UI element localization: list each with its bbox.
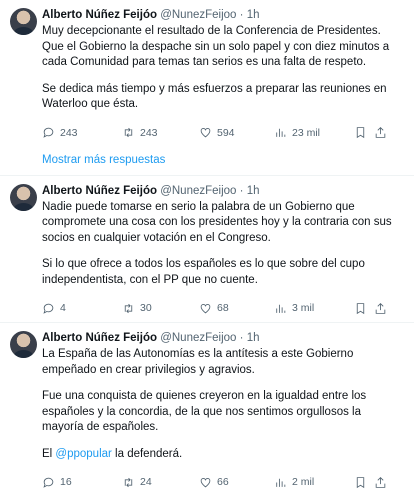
- reply-count: 16: [60, 476, 72, 488]
- avatar[interactable]: [10, 183, 37, 211]
- share-button[interactable]: [374, 126, 392, 139]
- tweet-paragraph: Se dedica más tiempo y más esfuerzos a p…: [42, 82, 387, 111]
- tweet-paragraph: Nadie puede tomarse en serio la palabra …: [42, 200, 392, 244]
- views-icon: [276, 478, 286, 487]
- reply-button[interactable]: 4: [42, 302, 122, 315]
- show-more-replies-link[interactable]: Mostrar más respuestas: [0, 147, 414, 176]
- timestamp[interactable]: 1h: [247, 9, 260, 21]
- share-icon: [375, 302, 386, 314]
- bookmark-icon: [356, 476, 365, 488]
- reply-button[interactable]: 243: [42, 126, 122, 139]
- feed: Alberto Núñez Feijóo @NunezFeijoo · 1h M…: [0, 0, 414, 496]
- like-button[interactable]: 66: [199, 476, 274, 489]
- retweet-icon: [124, 303, 133, 313]
- author-handle[interactable]: @NunezFeijoo: [160, 9, 236, 21]
- views-count: 2 mil: [292, 476, 315, 488]
- reply-count: 4: [60, 302, 66, 314]
- views-button[interactable]: 2 mil: [274, 476, 354, 489]
- like-icon: [200, 128, 211, 138]
- tweet-header: Alberto Núñez Feijóo @NunezFeijoo · 1h: [42, 184, 402, 198]
- views-icon: [276, 304, 286, 313]
- tweet-paragraph: Fue una conquista de quienes creyeron en…: [42, 390, 367, 433]
- author-handle[interactable]: @NunezFeijoo: [160, 332, 236, 344]
- reply-button[interactable]: 16: [42, 476, 122, 489]
- author-handle[interactable]: @NunezFeijoo: [160, 185, 236, 197]
- separator-dot: ·: [239, 184, 244, 197]
- timestamp[interactable]: 1h: [247, 332, 260, 344]
- views-button[interactable]: 23 mil: [274, 126, 354, 139]
- author-name[interactable]: Alberto Núñez Feijóo: [42, 185, 157, 197]
- timestamp[interactable]: 1h: [247, 185, 260, 197]
- bookmark-button[interactable]: [354, 476, 374, 489]
- retweet-icon: [124, 477, 133, 487]
- tweet-header: Alberto Núñez Feijóo @NunezFeijoo · 1h: [42, 8, 402, 22]
- share-button[interactable]: [374, 476, 392, 489]
- reply-icon: [43, 303, 54, 314]
- share-icon: [375, 127, 386, 138]
- separator-dot: ·: [239, 332, 244, 344]
- avatar[interactable]: [10, 331, 37, 358]
- reply-count: 243: [60, 126, 78, 139]
- like-count: 66: [217, 476, 229, 488]
- reply-icon: [43, 127, 54, 138]
- retweet-button[interactable]: 24: [122, 476, 199, 489]
- tweet-text: Muy decepcionante el resultado de la Con…: [42, 24, 402, 113]
- bookmark-button[interactable]: [354, 126, 374, 139]
- like-icon: [200, 477, 211, 487]
- tweet-paragraph: La España de las Autonomías es la antíte…: [42, 348, 354, 376]
- tweet-text: La España de las Autonomías es la antíte…: [42, 347, 402, 462]
- tweet-actions: 16 24 66 2 mil: [42, 468, 402, 496]
- retweet-button[interactable]: 243: [122, 126, 199, 139]
- share-button[interactable]: [374, 302, 392, 315]
- like-count: 594: [217, 126, 235, 139]
- retweet-button[interactable]: 30: [122, 302, 199, 315]
- tweet[interactable]: Alberto Núñez Feijóo @NunezFeijoo · 1h M…: [0, 0, 414, 147]
- retweet-count: 24: [140, 476, 152, 488]
- tweet-paragraph: El @ppopular la defenderá.: [42, 447, 402, 463]
- retweet-count: 30: [140, 302, 152, 314]
- author-name[interactable]: Alberto Núñez Feijóo: [42, 332, 157, 344]
- tweet-paragraph: Muy decepcionante el resultado de la Con…: [42, 25, 390, 68]
- tweet-actions: 4 30 68 3 mil: [42, 294, 402, 322]
- like-button[interactable]: 594: [199, 126, 274, 139]
- tweet-paragraph: Si lo que ofrece a todos los españoles e…: [42, 258, 365, 286]
- share-icon: [375, 476, 386, 488]
- tweet[interactable]: Alberto Núñez Feijóo @NunezFeijoo · 1h N…: [0, 176, 414, 323]
- text-fragment: la defenderá.: [111, 447, 183, 460]
- text-fragment: El: [42, 447, 56, 460]
- tweet-header: Alberto Núñez Feijóo @NunezFeijoo · 1h: [42, 331, 402, 345]
- mention-link[interactable]: @ppopular: [55, 448, 111, 460]
- views-count: 23 mil: [292, 126, 321, 139]
- like-icon: [200, 303, 211, 313]
- reply-icon: [43, 477, 54, 488]
- bookmark-icon: [356, 127, 365, 139]
- separator-dot: ·: [239, 9, 244, 21]
- tweet[interactable]: Alberto Núñez Feijóo @NunezFeijoo · 1h L…: [0, 323, 414, 496]
- like-button[interactable]: 68: [199, 302, 274, 315]
- author-name[interactable]: Alberto Núñez Feijóo: [42, 9, 157, 21]
- like-count: 68: [217, 302, 229, 314]
- views-button[interactable]: 3 mil: [274, 302, 354, 315]
- retweet-icon: [124, 127, 133, 138]
- bookmark-button[interactable]: [354, 302, 374, 315]
- views-count: 3 mil: [292, 302, 315, 314]
- tweet-actions: 243 243 594 23 mil: [42, 119, 402, 147]
- tweet-text: Nadie puede tomarse en serio la palabra …: [42, 200, 402, 289]
- retweet-count: 243: [140, 126, 158, 139]
- avatar[interactable]: [10, 8, 37, 35]
- views-icon: [276, 128, 286, 137]
- bookmark-icon: [356, 302, 365, 314]
